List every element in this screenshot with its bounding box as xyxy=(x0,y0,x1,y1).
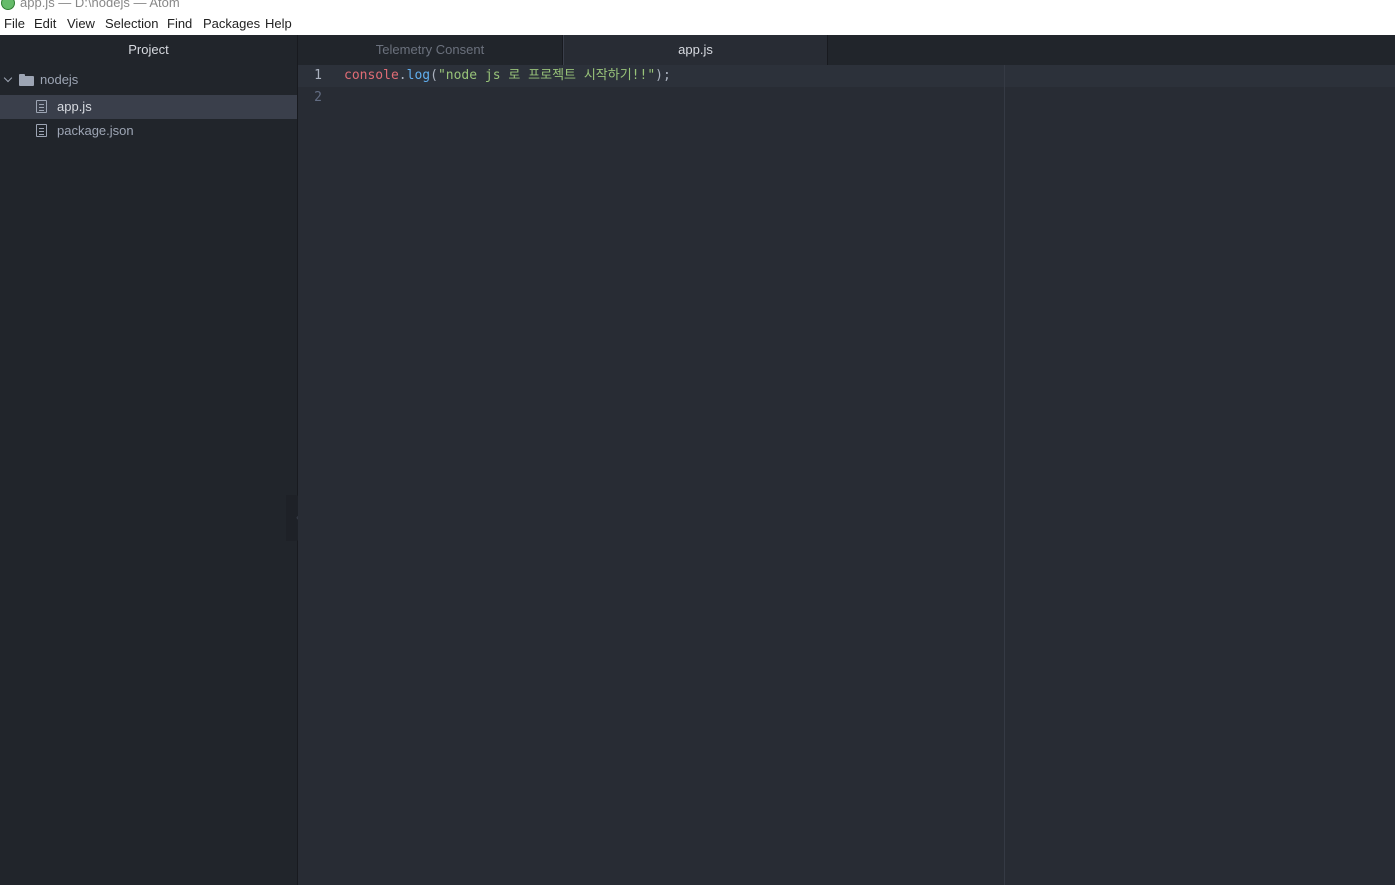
menu-bar: File Edit View Selection Find Packages H… xyxy=(0,12,1395,35)
wrap-guide xyxy=(1004,65,1005,885)
code-token-close: ); xyxy=(655,68,671,83)
tree-view-title[interactable]: Project xyxy=(0,35,297,65)
menu-file[interactable]: File xyxy=(4,16,25,32)
project-root-label: nodejs xyxy=(40,72,79,87)
menu-find[interactable]: Find xyxy=(167,16,192,32)
menu-selection[interactable]: Selection xyxy=(105,16,158,32)
text-editor[interactable]: 1 2 console.log("node js 로 프로젝트 시작하기!!")… xyxy=(298,65,1395,885)
chevron-down-icon[interactable] xyxy=(3,73,13,83)
tab-bar: Telemetry Consent app.js xyxy=(298,35,1395,66)
tree-item-app-js[interactable]: app.js xyxy=(0,95,297,119)
code-token-dot: . xyxy=(398,68,407,83)
window-title: app.js — D:\nodejs — Atom xyxy=(20,0,180,10)
tab-telemetry-consent[interactable]: Telemetry Consent xyxy=(298,35,563,65)
line-number: 2 xyxy=(314,90,322,105)
menu-packages[interactable]: Packages xyxy=(203,16,260,32)
file-label: app.js xyxy=(57,99,92,114)
tab-app-js[interactable]: app.js xyxy=(563,35,828,66)
code-token-string: "node js 로 프로젝트 시작하기!!" xyxy=(437,68,656,83)
menu-view[interactable]: View xyxy=(67,16,95,32)
folder-icon xyxy=(19,74,34,86)
atom-logo-icon xyxy=(1,0,15,10)
menu-edit[interactable]: Edit xyxy=(34,16,56,32)
code-token-object: console xyxy=(344,68,399,83)
file-icon xyxy=(36,100,47,113)
tree-item-package-json[interactable]: package.json xyxy=(0,119,297,143)
project-root-folder[interactable]: nodejs xyxy=(0,68,297,92)
tree-view: Project nodejs app.js package.json xyxy=(0,35,298,885)
line-number: 1 xyxy=(314,68,322,83)
title-bar: app.js — D:\nodejs — Atom xyxy=(0,0,1395,12)
code-token-method: log xyxy=(406,68,431,83)
code-token-open-paren: ( xyxy=(430,68,438,83)
file-icon xyxy=(36,124,47,137)
file-label: package.json xyxy=(57,123,134,138)
menu-help[interactable]: Help xyxy=(265,16,292,32)
code-line[interactable]: console.log("node js 로 프로젝트 시작하기!!"); xyxy=(344,65,671,87)
